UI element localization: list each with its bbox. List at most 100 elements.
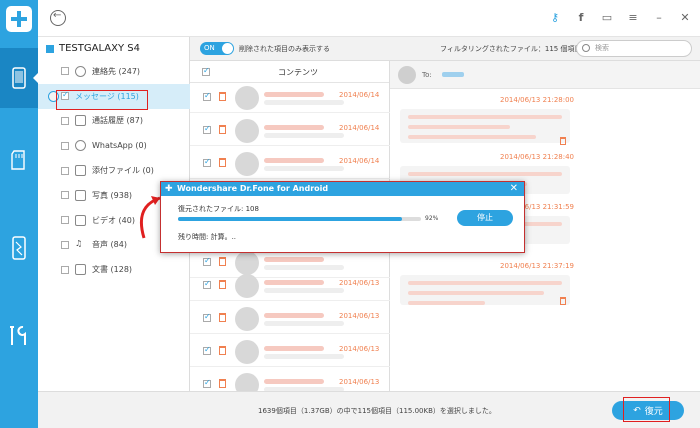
filter-count-text: フィルタリングされたファイル：115 個項目 (440, 45, 582, 53)
row-date: 2014/06/14 (339, 157, 380, 165)
row-date: 2014/06/13 (339, 312, 380, 320)
avatar (235, 86, 259, 110)
dialog-title: Wondershare Dr.Fone for Android (177, 184, 329, 193)
list-item[interactable]: 2014/06/14 (190, 116, 390, 146)
back-arrow-icon[interactable] (50, 10, 66, 26)
category-checkbox[interactable] (61, 67, 69, 76)
category-checkbox[interactable] (61, 90, 69, 101)
list-item[interactable]: 2014/06/13 (190, 304, 390, 334)
feedback-icon[interactable]: ▭ (600, 11, 614, 25)
list-item[interactable]: 2014/06/14 (190, 83, 390, 113)
row-checkbox[interactable] (203, 256, 211, 266)
avatar (235, 119, 259, 143)
trash-icon[interactable] (560, 297, 566, 305)
category-checkbox[interactable] (61, 191, 69, 200)
blurred-sender (264, 379, 324, 384)
row-checkbox[interactable] (203, 345, 211, 355)
row-checkbox[interactable] (203, 124, 211, 134)
whatsapp-icon (75, 140, 86, 152)
sd-card-icon[interactable] (0, 130, 38, 190)
message-bubble (400, 275, 570, 305)
content-toolbar: ON 削除された項目のみ表示する フィルタリングされたファイル：115 個項目 … (190, 37, 700, 61)
tools-icon[interactable] (0, 306, 38, 366)
stop-button[interactable]: 停止 (457, 210, 513, 226)
recovery-progress-dialog: ✚ Wondershare Dr.Fone for Android ✕ 復元され… (160, 181, 525, 253)
select-all-checkbox[interactable] (202, 66, 210, 76)
phone-call-icon (75, 115, 86, 127)
device-header: TESTGALAXY S4 (46, 43, 140, 54)
dialog-titlebar: ✚ Wondershare Dr.Fone for Android ✕ (161, 182, 524, 196)
key-icon[interactable]: ⚷ (548, 11, 562, 25)
row-checkbox[interactable] (203, 157, 211, 167)
blurred-preview (264, 321, 344, 326)
row-date: 2014/06/14 (339, 124, 380, 132)
blurred-sender (264, 346, 324, 351)
close-icon[interactable]: ✕ (678, 11, 692, 25)
category-checkbox[interactable] (61, 265, 69, 274)
device-checkbox[interactable] (46, 44, 54, 53)
category-label: 添付ファイル (0) (92, 166, 154, 176)
menu-icon[interactable]: ≡ (626, 11, 640, 25)
category-checkbox[interactable] (61, 216, 69, 225)
dialog-close-icon[interactable]: ✕ (510, 182, 518, 196)
deleted-only-toggle[interactable]: ON (200, 42, 234, 55)
search-input[interactable]: 検索 (576, 40, 692, 57)
trash-icon (219, 346, 226, 355)
row-date: 2014/06/13 (339, 345, 380, 353)
category-checkbox[interactable] (61, 166, 69, 175)
blurred-sender (264, 158, 324, 163)
phone-icon[interactable] (0, 48, 39, 108)
drfone-logo-icon: ✚ (165, 184, 173, 194)
row-checkbox[interactable] (203, 312, 211, 322)
blurred-recipient (442, 72, 464, 77)
blurred-preview (264, 288, 344, 293)
trash-icon (219, 158, 226, 167)
category-attachments[interactable]: 添付ファイル (0) (38, 158, 190, 183)
row-date: 2014/06/13 (339, 378, 380, 386)
category-label: メッセージ (115) (75, 91, 139, 101)
trash-icon (219, 280, 226, 289)
trash-icon (219, 92, 226, 101)
blurred-sender (264, 257, 324, 262)
category-documents[interactable]: 文書 (128) (38, 257, 190, 282)
message-bubble (400, 109, 570, 143)
trash-icon (219, 313, 226, 322)
video-icon (75, 214, 86, 226)
category-contacts[interactable]: 連絡先 (247) (38, 59, 190, 84)
message-timestamp: 2014/06/13 21:28:40 (500, 153, 575, 161)
category-checkbox[interactable] (61, 141, 69, 150)
category-whatsapp[interactable]: WhatsApp (0) (38, 133, 190, 158)
remaining-time: 残り時間: 計算。.. (178, 233, 237, 241)
photo-icon (75, 189, 86, 201)
minimize-icon[interactable]: – (652, 11, 666, 25)
restore-button[interactable]: ↶ 復元 (612, 401, 684, 420)
list-item[interactable]: 2014/06/13 (190, 271, 390, 301)
list-header: コンテンツ (190, 61, 389, 83)
category-label: WhatsApp (0) (92, 141, 147, 151)
avatar (235, 152, 259, 176)
restore-icon: ↶ (633, 405, 641, 416)
trash-icon[interactable] (560, 137, 566, 145)
row-checkbox[interactable] (203, 378, 211, 388)
facebook-icon[interactable]: f (574, 11, 588, 25)
broken-phone-icon[interactable] (0, 218, 38, 278)
list-item[interactable]: 2014/06/13 (190, 337, 390, 367)
recipient-bar: To: (390, 61, 700, 89)
blurred-sender (264, 125, 324, 130)
blurred-preview (264, 133, 344, 138)
row-date: 2014/06/14 (339, 91, 380, 99)
category-checkbox[interactable] (61, 116, 69, 125)
list-item[interactable]: 2014/06/14 (190, 149, 390, 179)
row-checkbox[interactable] (203, 91, 211, 101)
category-messages[interactable]: メッセージ (115) (38, 83, 190, 109)
progress-percent: 92% (425, 215, 439, 222)
blurred-sender (264, 92, 324, 97)
row-checkbox[interactable] (203, 279, 211, 289)
category-label: 音声 (84) (92, 240, 127, 250)
avatar (235, 274, 259, 298)
category-call-history[interactable]: 通話履歴 (87) (38, 109, 190, 134)
selection-summary: 1639個項目（1.37GB）の中で115個項目（115.00KB）を選択しまし… (258, 407, 496, 415)
trash-icon (219, 125, 226, 134)
document-icon (75, 264, 86, 276)
category-checkbox[interactable] (61, 240, 69, 249)
